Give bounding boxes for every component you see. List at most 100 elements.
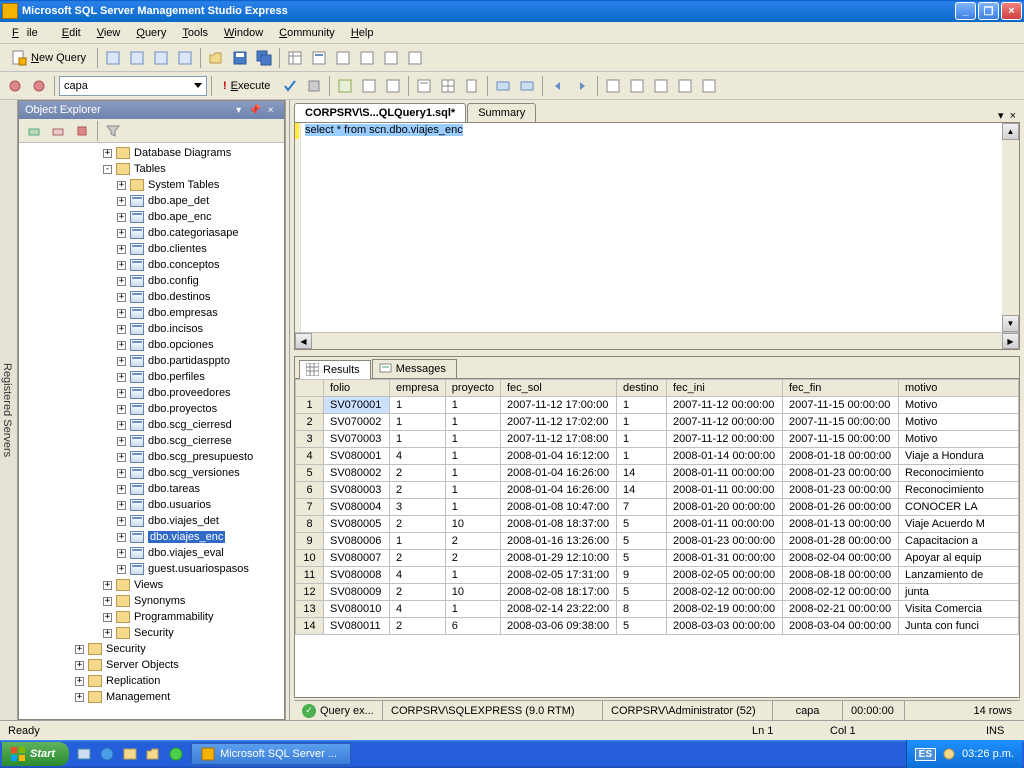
tree-expand-icon[interactable]: + [117, 453, 126, 462]
cell[interactable]: 8 [617, 601, 667, 618]
tree-expand-icon[interactable]: + [117, 549, 126, 558]
cell[interactable]: SV080007 [324, 550, 390, 567]
menu-view[interactable]: View [89, 25, 129, 41]
change-connection-button[interactable] [28, 75, 50, 97]
properties-button[interactable] [308, 47, 330, 69]
cell[interactable]: 5 [617, 533, 667, 550]
cell[interactable]: 2 [390, 584, 446, 601]
template-explorer-button[interactable] [380, 47, 402, 69]
tree-node[interactable]: +Server Objects [19, 657, 284, 673]
ql-media[interactable] [165, 743, 187, 765]
tree-node[interactable]: +Management [19, 689, 284, 705]
tree-expand-icon[interactable]: + [103, 597, 112, 606]
cell[interactable]: 2007-11-12 17:02:00 [501, 414, 617, 431]
tree-expand-icon[interactable]: + [117, 229, 126, 238]
cell[interactable]: 1 [390, 397, 446, 414]
tree-expand-icon[interactable]: + [117, 181, 126, 190]
table-row[interactable]: 5SV080002212008-01-04 16:26:00142008-01-… [296, 465, 1019, 482]
cell[interactable]: SV070003 [324, 431, 390, 448]
row-header[interactable]: 8 [296, 516, 324, 533]
row-header[interactable]: 7 [296, 499, 324, 516]
tree-node[interactable]: +dbo.config [19, 273, 284, 289]
cell[interactable]: 2008-02-21 00:00:00 [783, 601, 899, 618]
tree-node[interactable]: +dbo.ape_det [19, 193, 284, 209]
menu-edit[interactable]: Edit [54, 25, 89, 41]
cell[interactable]: 2008-01-11 00:00:00 [667, 482, 783, 499]
decrease-indent-button[interactable] [547, 75, 569, 97]
tool-extra-1[interactable] [626, 75, 648, 97]
tree-node[interactable]: +System Tables [19, 177, 284, 193]
cell[interactable]: 2008-02-14 23:22:00 [501, 601, 617, 618]
table-row[interactable]: 2SV070002112007-11-12 17:02:0012007-11-1… [296, 414, 1019, 431]
cell[interactable]: 2007-11-12 00:00:00 [667, 397, 783, 414]
save-button[interactable] [229, 47, 251, 69]
table-row[interactable]: 4SV080001412008-01-04 16:12:0012008-01-1… [296, 448, 1019, 465]
cell[interactable]: 9 [617, 567, 667, 584]
tree-expand-icon[interactable]: + [117, 389, 126, 398]
row-header[interactable]: 5 [296, 465, 324, 482]
tool-btn-4[interactable] [174, 47, 196, 69]
cell[interactable]: SV070001 [324, 397, 390, 414]
tree-node[interactable]: +dbo.conceptos [19, 257, 284, 273]
cell[interactable]: 2008-03-06 09:38:00 [501, 618, 617, 635]
cell[interactable]: SV070002 [324, 414, 390, 431]
table-row[interactable]: 12SV0800092102008-02-08 18:17:0052008-02… [296, 584, 1019, 601]
cell[interactable]: Motivo [899, 431, 1019, 448]
cell[interactable]: Viaje Acuerdo M [899, 516, 1019, 533]
cell[interactable]: 1 [445, 397, 500, 414]
tree-node[interactable]: +dbo.proveedores [19, 385, 284, 401]
language-indicator[interactable]: ES [915, 748, 936, 761]
tree-expand-icon[interactable]: + [103, 149, 112, 158]
cell[interactable]: SV080006 [324, 533, 390, 550]
cell[interactable]: 1 [445, 499, 500, 516]
cell[interactable]: 2 [390, 550, 446, 567]
cell[interactable]: 1 [617, 431, 667, 448]
cell[interactable]: 2008-01-28 00:00:00 [783, 533, 899, 550]
cell[interactable]: 2008-01-23 00:00:00 [783, 465, 899, 482]
results-to-text-button[interactable] [413, 75, 435, 97]
tree-expand-icon[interactable]: + [117, 373, 126, 382]
cell[interactable]: 2007-11-12 00:00:00 [667, 414, 783, 431]
cell[interactable]: 2007-11-15 00:00:00 [783, 431, 899, 448]
query-options-button[interactable] [382, 75, 404, 97]
row-header[interactable]: 10 [296, 550, 324, 567]
tree-node[interactable]: +Database Diagrams [19, 145, 284, 161]
close-doc-button[interactable]: × [1006, 110, 1020, 122]
cell[interactable]: 2008-02-08 18:17:00 [501, 584, 617, 601]
table-row[interactable]: 3SV070003112007-11-12 17:08:0012007-11-1… [296, 431, 1019, 448]
cell[interactable]: SV080002 [324, 465, 390, 482]
cell[interactable]: 1 [445, 567, 500, 584]
cell[interactable]: 2008-02-05 00:00:00 [667, 567, 783, 584]
uncomment-button[interactable] [516, 75, 538, 97]
table-row[interactable]: 6SV080003212008-01-04 16:26:00142008-01-… [296, 482, 1019, 499]
tree-expand-icon[interactable]: + [117, 341, 126, 350]
tree-node[interactable]: +dbo.tareas [19, 481, 284, 497]
cell[interactable]: 2008-01-29 12:10:00 [501, 550, 617, 567]
cell[interactable]: 4 [390, 448, 446, 465]
row-header[interactable]: 2 [296, 414, 324, 431]
minimize-button[interactable]: _ [955, 2, 976, 20]
tree-node[interactable]: +dbo.incisos [19, 321, 284, 337]
tree-node[interactable]: +dbo.clientes [19, 241, 284, 257]
cell[interactable]: SV080001 [324, 448, 390, 465]
registered-servers-sidetab[interactable]: Registered Servers [0, 100, 18, 720]
tree-expand-icon[interactable]: + [117, 325, 126, 334]
cell[interactable]: 2 [445, 550, 500, 567]
start-button[interactable]: Start [2, 742, 69, 766]
cell[interactable]: SV080003 [324, 482, 390, 499]
cell[interactable]: 2008-01-04 16:26:00 [501, 465, 617, 482]
tab-messages[interactable]: Messages [372, 359, 457, 378]
cell[interactable]: 1 [390, 533, 446, 550]
tree-expand-icon[interactable]: + [103, 629, 112, 638]
cell[interactable]: 2008-01-23 00:00:00 [783, 482, 899, 499]
cell[interactable]: Junta con funci [899, 618, 1019, 635]
cell[interactable]: 14 [617, 482, 667, 499]
connect-button[interactable] [4, 75, 26, 97]
cell[interactable]: 2008-01-31 00:00:00 [667, 550, 783, 567]
tree-node[interactable]: +dbo.viajes_det [19, 513, 284, 529]
tool-btn-3[interactable] [150, 47, 172, 69]
panel-close-button[interactable]: × [264, 103, 278, 117]
cell[interactable]: 2008-01-23 00:00:00 [667, 533, 783, 550]
table-row[interactable]: 8SV0800052102008-01-08 18:37:0052008-01-… [296, 516, 1019, 533]
cell[interactable]: SV080008 [324, 567, 390, 584]
